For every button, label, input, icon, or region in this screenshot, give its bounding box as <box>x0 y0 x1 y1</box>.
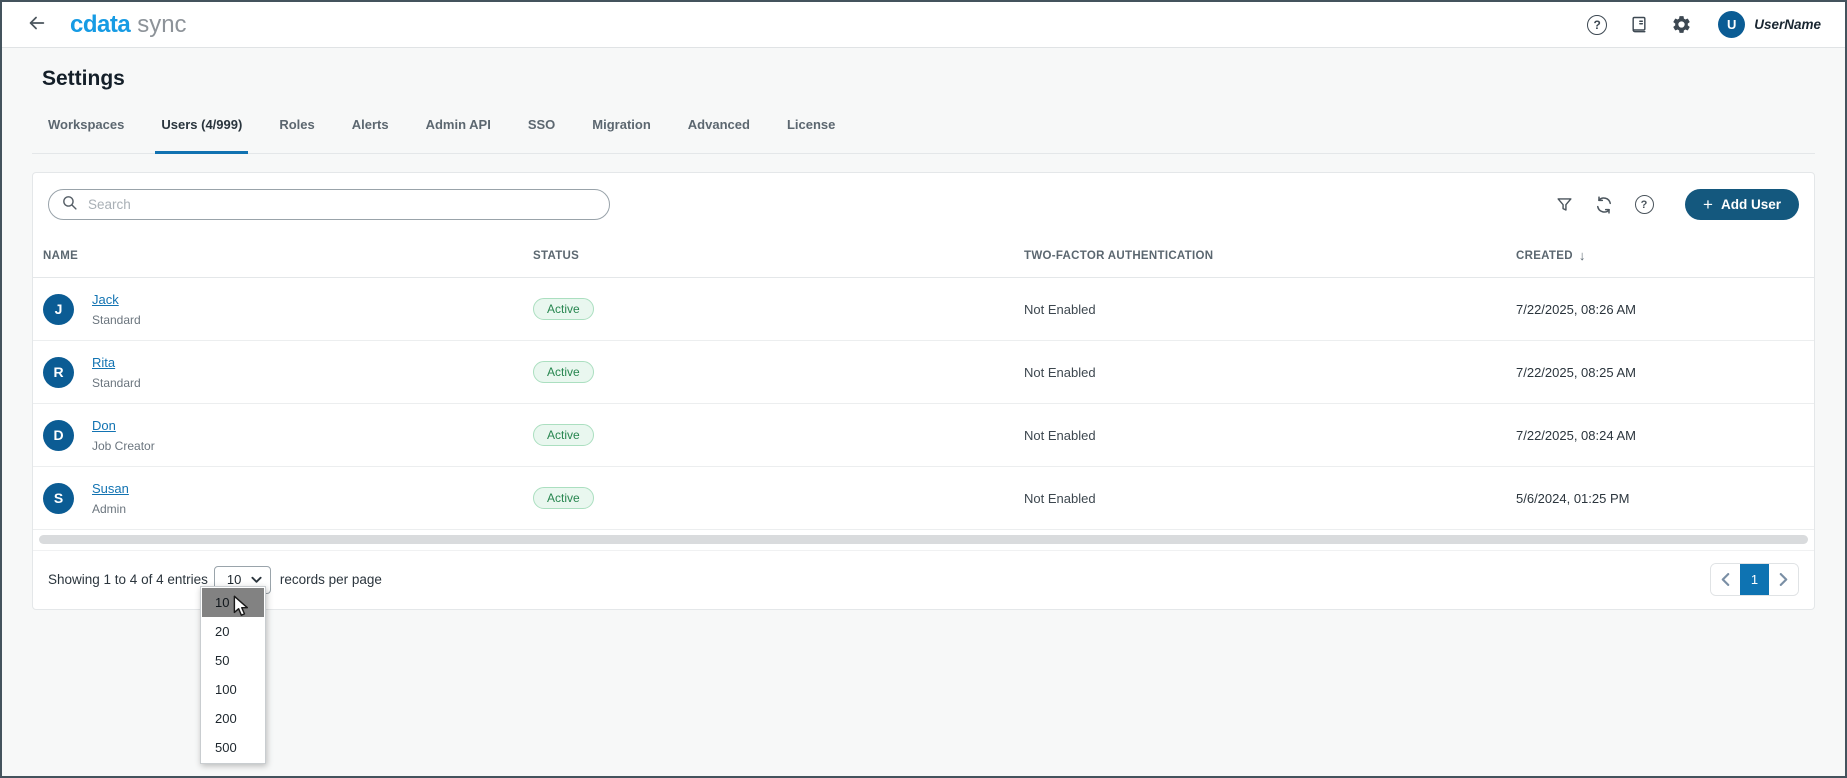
user-name-link[interactable]: Don <box>92 418 116 433</box>
search-icon <box>61 194 78 216</box>
user-initial-avatar: R <box>43 357 74 388</box>
pagination: 1 <box>1710 563 1799 596</box>
username-label: UserName <box>1754 17 1821 32</box>
refresh-icon[interactable] <box>1593 194 1615 216</box>
settings-tabs: Workspaces Users (4/999) Roles Alerts Ad… <box>32 91 1815 154</box>
user-role: Admin <box>92 502 129 516</box>
created-value: 7/22/2025, 08:25 AM <box>1516 365 1804 380</box>
user-role: Job Creator <box>92 439 155 453</box>
tab-roles[interactable]: Roles <box>279 117 314 153</box>
user-initial-avatar: D <box>43 420 74 451</box>
search-box[interactable] <box>48 189 610 220</box>
user-name-link[interactable]: Rita <box>92 355 115 370</box>
plus-icon: + <box>1703 195 1713 215</box>
twofa-value: Not Enabled <box>1024 365 1516 380</box>
created-value: 7/22/2025, 08:24 AM <box>1516 428 1804 443</box>
tab-alerts[interactable]: Alerts <box>352 117 389 153</box>
dropdown-option-10[interactable]: 10 <box>202 588 264 617</box>
status-badge: Active <box>533 487 594 509</box>
table-row: J Jack Standard Active Not Enabled 7/22/… <box>33 278 1814 341</box>
back-button[interactable] <box>26 12 48 37</box>
user-name-link[interactable]: Susan <box>92 481 129 496</box>
page-title: Settings <box>42 67 1805 91</box>
top-bar: cdata sync ? U UserName <box>2 2 1845 48</box>
topbar-actions: ? U UserName <box>1586 11 1821 38</box>
user-role: Standard <box>92 313 141 327</box>
tab-users[interactable]: Users (4/999) <box>161 117 242 153</box>
status-badge: Active <box>533 424 594 446</box>
status-badge: Active <box>533 298 594 320</box>
help-icon[interactable]: ? <box>1633 194 1655 216</box>
current-page-number[interactable]: 1 <box>1740 564 1769 595</box>
user-initial-avatar: S <box>43 483 74 514</box>
app-window: cdata sync ? U UserName Settings Workspa… <box>0 0 1847 778</box>
table-footer: Showing 1 to 4 of 4 entries 10 records p… <box>33 550 1814 609</box>
created-value: 7/22/2025, 08:26 AM <box>1516 302 1804 317</box>
column-name[interactable]: NAME <box>43 250 533 262</box>
dropdown-option-200[interactable]: 200 <box>202 704 264 733</box>
cdata-sync-logo: cdata sync <box>70 11 187 39</box>
user-initial-avatar: J <box>43 294 74 325</box>
settings-gear-icon[interactable] <box>1670 14 1692 36</box>
user-menu[interactable]: U UserName <box>1718 11 1821 38</box>
next-page-button[interactable] <box>1769 564 1798 595</box>
twofa-value: Not Enabled <box>1024 491 1516 506</box>
user-name-link[interactable]: Jack <box>92 292 119 307</box>
help-icon[interactable]: ? <box>1586 14 1608 36</box>
table-row: D Don Job Creator Active Not Enabled 7/2… <box>33 404 1814 467</box>
users-toolbar: ? + Add User <box>33 173 1814 234</box>
arrow-left-icon <box>26 12 48 37</box>
dropdown-option-20[interactable]: 20 <box>202 617 264 646</box>
records-per-page-label: records per page <box>280 572 382 587</box>
table-tools: ? + Add User <box>1553 189 1799 220</box>
dropdown-option-100[interactable]: 100 <box>202 675 264 704</box>
tab-workspaces[interactable]: Workspaces <box>48 117 124 153</box>
twofa-value: Not Enabled <box>1024 428 1516 443</box>
logo-cdata-text: cdata <box>70 11 130 39</box>
tab-advanced[interactable]: Advanced <box>688 117 750 153</box>
column-status[interactable]: STATUS <box>533 250 1024 262</box>
add-user-button[interactable]: + Add User <box>1685 189 1799 220</box>
twofa-value: Not Enabled <box>1024 302 1516 317</box>
horizontal-scrollbar[interactable] <box>39 535 1808 544</box>
records-select-value: 10 <box>227 572 241 587</box>
logo-sync-text: sync <box>137 11 186 39</box>
table-header: NAME STATUS TWO-FACTOR AUTHENTICATION CR… <box>33 234 1814 278</box>
table-row: R Rita Standard Active Not Enabled 7/22/… <box>33 341 1814 404</box>
user-role: Standard <box>92 376 141 390</box>
tab-license[interactable]: License <box>787 117 835 153</box>
tab-sso[interactable]: SSO <box>528 117 555 153</box>
previous-page-button[interactable] <box>1711 564 1740 595</box>
records-per-page-dropdown: 10 20 50 100 200 500 <box>200 586 266 764</box>
dropdown-option-500[interactable]: 500 <box>202 733 264 762</box>
tab-migration[interactable]: Migration <box>592 117 651 153</box>
column-twofa[interactable]: TWO-FACTOR AUTHENTICATION <box>1024 250 1516 262</box>
search-input[interactable] <box>88 197 597 212</box>
sort-descending-icon: ↓ <box>1579 248 1586 263</box>
showing-entries-label: Showing 1 to 4 of 4 entries <box>48 572 208 587</box>
table-row: S Susan Admin Active Not Enabled 5/6/202… <box>33 467 1814 530</box>
settings-page: Settings Workspaces Users (4/999) Roles … <box>2 67 1845 610</box>
filter-icon[interactable] <box>1553 194 1575 216</box>
status-badge: Active <box>533 361 594 383</box>
column-created[interactable]: CREATED ↓ <box>1516 248 1804 263</box>
users-card: ? + Add User NAME STATUS TWO-FACTOR AUTH… <box>32 172 1815 610</box>
dropdown-option-50[interactable]: 50 <box>202 646 264 675</box>
add-user-label: Add User <box>1721 197 1781 212</box>
tab-admin-api[interactable]: Admin API <box>426 117 491 153</box>
created-value: 5/6/2024, 01:25 PM <box>1516 491 1804 506</box>
docs-icon[interactable] <box>1628 14 1650 36</box>
user-avatar: U <box>1718 11 1745 38</box>
